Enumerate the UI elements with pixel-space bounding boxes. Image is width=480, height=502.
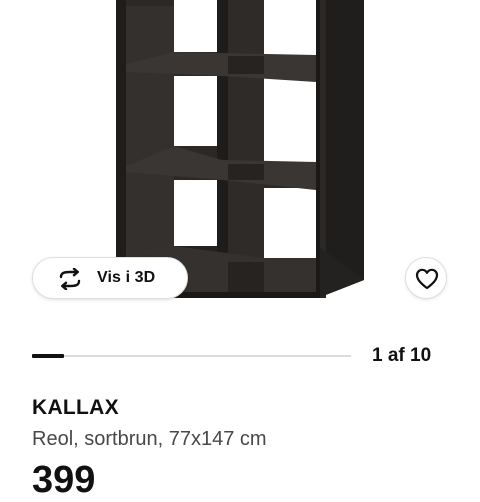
gallery-progress-bar [32, 354, 351, 358]
product-price: 399 [32, 459, 96, 501]
product-description: Reol, sortbrun, 77x147 cm [32, 428, 267, 450]
heart-icon [415, 268, 439, 290]
product-name: KALLAX [32, 396, 119, 419]
gallery-page-counter: 1 af 10 [372, 345, 432, 366]
favorite-button[interactable] [405, 257, 447, 299]
view-in-3d-button[interactable]: Vis i 3D [32, 257, 188, 299]
view-in-3d-label: Vis i 3D [97, 269, 156, 286]
rotate-3d-icon [59, 268, 81, 290]
gallery-progress-fill [32, 354, 64, 358]
